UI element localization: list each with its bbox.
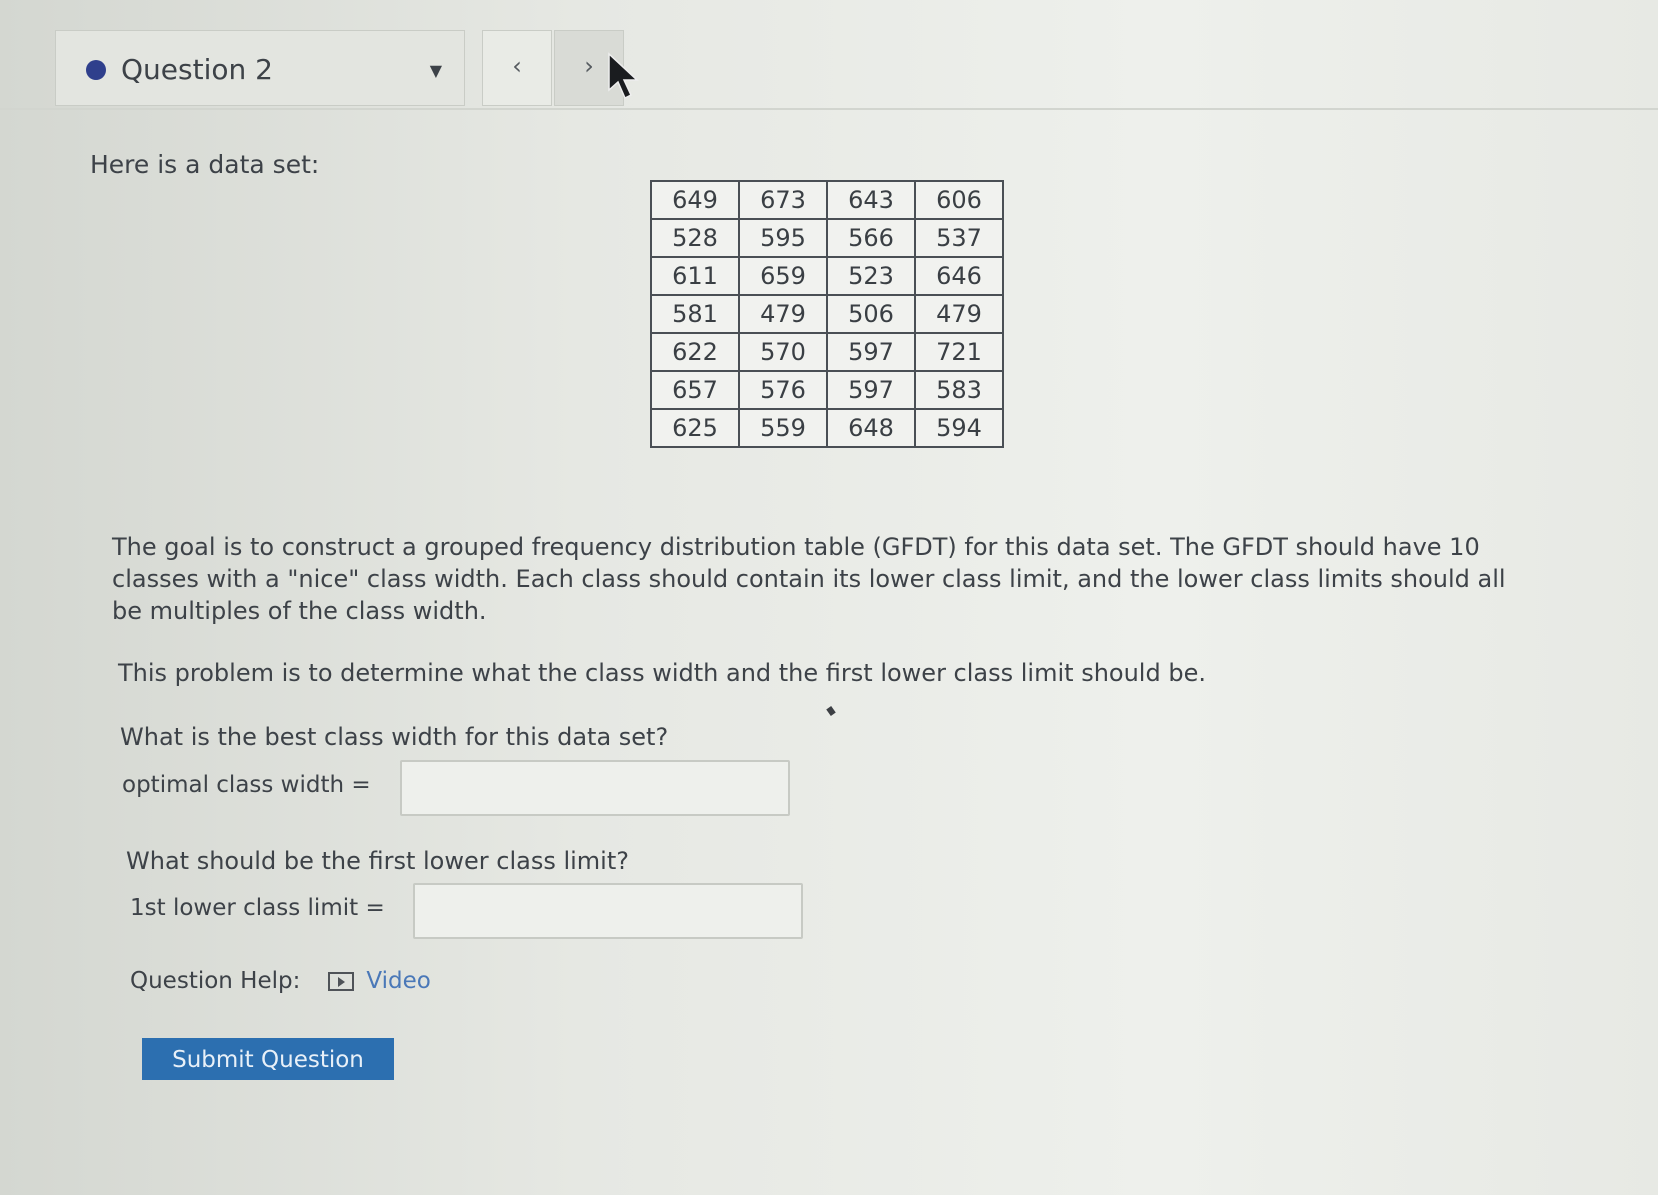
table-cell: 649 [650,180,740,220]
table-cell: 537 [914,218,1004,258]
table-cell: 673 [738,180,828,220]
video-play-icon [328,971,355,991]
problem-statement: This problem is to determine what the cl… [118,659,1206,687]
table-row: 625 559 648 594 [650,408,1004,448]
video-link[interactable]: Video [328,968,431,994]
lower-limit-input[interactable] [413,883,803,939]
screen-speck [826,706,836,716]
caret-down-icon[interactable]: ▼ [430,61,442,80]
table-cell: 583 [914,370,1004,410]
video-link-label: Video [366,968,431,994]
table-row: 611 659 523 646 [650,256,1004,296]
table-cell: 559 [738,408,828,448]
lower-limit-question: What should be the first lower class lim… [126,847,629,875]
table-cell: 597 [826,370,916,410]
table-cell: 643 [826,180,916,220]
mouse-cursor-icon [608,52,639,100]
question-nav-bar: Question 2 ▼ ‹ › [0,8,1658,110]
table-cell: 648 [826,408,916,448]
table-cell: 606 [914,180,1004,220]
question-help-label: Question Help: [130,968,301,994]
question-selector[interactable]: Question 2 ▼ [55,30,465,106]
table-cell: 566 [826,218,916,258]
table-row: 649 673 643 606 [650,180,1004,220]
table-cell: 622 [650,332,740,372]
intro-text: Here is a data set: [90,150,320,179]
table-cell: 576 [738,370,828,410]
table-cell: 597 [826,332,916,372]
class-width-input[interactable] [400,760,790,816]
table-row: 581 479 506 479 [650,294,1004,334]
previous-question-button[interactable]: ‹ [482,30,552,106]
instructions-paragraph: The goal is to construct a grouped frequ… [112,533,1506,625]
submit-question-button[interactable]: Submit Question [142,1038,394,1080]
table-cell: 570 [738,332,828,372]
table-cell: 611 [650,256,740,296]
table-cell: 646 [914,256,1004,296]
table-cell: 506 [826,294,916,334]
table-cell: 479 [914,294,1004,334]
table-cell: 625 [650,408,740,448]
table-cell: 657 [650,370,740,410]
table-row: 657 576 597 583 [650,370,1004,410]
class-width-label: optimal class width = [122,772,371,798]
table-cell: 594 [914,408,1004,448]
table-cell: 595 [738,218,828,258]
table-row: 622 570 597 721 [650,332,1004,372]
table-cell: 479 [738,294,828,334]
question-help: Question Help: Video [130,968,431,994]
table-cell: 721 [914,332,1004,372]
table-cell: 659 [738,256,828,296]
question-status-dot [86,60,106,80]
question-label: Question 2 [121,53,273,86]
lower-limit-label: 1st lower class limit = [130,895,385,921]
class-width-question: What is the best class width for this da… [120,723,669,751]
page: Question 2 ▼ ‹ › Here is a data set: 649… [0,0,1658,1195]
table-cell: 523 [826,256,916,296]
table-cell: 528 [650,218,740,258]
table-row: 528 595 566 537 [650,218,1004,258]
table-cell: 581 [650,294,740,334]
data-set-table: 649 673 643 606 528 595 566 537 611 659 523 646 581 4… [650,180,1004,448]
